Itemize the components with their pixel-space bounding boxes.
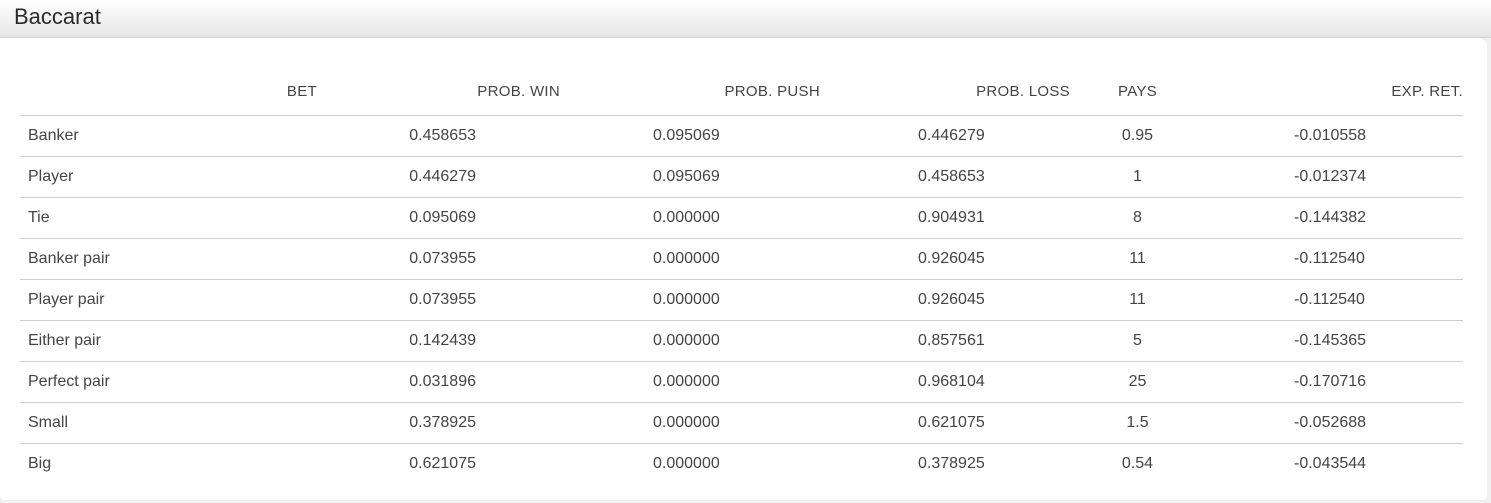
content-panel: BET PROB. WIN PROB. PUSH PROB. LOSS PAYS… xyxy=(0,38,1487,500)
cell-bet: Player pair xyxy=(20,279,317,321)
cell-pays: 1.5 xyxy=(1070,402,1205,444)
column-header-prob-push: PROB. PUSH xyxy=(560,68,820,116)
cell-pays: 0.95 xyxy=(1070,115,1205,157)
cell-prob-push: 0.000000 xyxy=(560,361,820,403)
cell-exp-ret: -0.012374 xyxy=(1205,156,1463,198)
cell-bet: Big xyxy=(28,455,52,472)
baccarat-odds-table: BET PROB. WIN PROB. PUSH PROB. LOSS PAYS… xyxy=(20,68,1463,484)
cell-pays: 8 xyxy=(1070,197,1205,239)
cell-exp-ret: -0.144382 xyxy=(1205,197,1463,239)
page-title: Baccarat xyxy=(14,4,101,29)
column-header-prob-loss: PROB. LOSS xyxy=(820,68,1070,116)
cell-bet: Perfect pair xyxy=(20,361,317,403)
cell-prob-win: 0.095069 xyxy=(317,197,560,239)
column-header-exp-ret: EXP. RET. xyxy=(1205,68,1463,116)
cell-prob-loss: 0.968104 xyxy=(820,361,1070,403)
cell-prob-win: 0.142439 xyxy=(317,320,560,362)
cell-prob-push: 0.095069 xyxy=(560,156,820,198)
cell-prob-win: 0.621075 xyxy=(409,455,476,472)
table-header-row: BET PROB. WIN PROB. PUSH PROB. LOSS PAYS… xyxy=(20,68,1463,116)
cell-pays: 0.54 xyxy=(1121,455,1154,472)
cell-prob-win: 0.446279 xyxy=(317,156,560,198)
cell-exp-ret: -0.010558 xyxy=(1205,115,1463,157)
cell-exp-ret: -0.112540 xyxy=(1205,238,1463,280)
cell-prob-loss: 0.857561 xyxy=(820,320,1070,362)
cell-bet: Either pair xyxy=(20,320,317,362)
cell-exp-ret: -0.145365 xyxy=(1205,320,1463,362)
cell-prob-loss: 0.926045 xyxy=(820,279,1070,321)
cell-exp-ret: -0.043544 xyxy=(1294,455,1367,472)
cell-prob-loss: 0.621075 xyxy=(820,402,1070,444)
column-header-pays: PAYS xyxy=(1070,68,1205,116)
cell-pays: 5 xyxy=(1070,320,1205,362)
table-row: Player pair 0.073955 0.000000 0.926045 11 -0.… xyxy=(20,279,1463,321)
cell-exp-ret: -0.112540 xyxy=(1205,279,1463,321)
table-row: Banker 0.458653 0.095069 0.446279 0.95 -0.010… xyxy=(20,115,1463,157)
cell-pays: 11 xyxy=(1070,279,1205,321)
column-header-prob-win: PROB. WIN xyxy=(317,68,560,116)
cell-pays: 11 xyxy=(1070,238,1205,280)
cell-prob-push: 0.000000 xyxy=(560,197,820,239)
table-row: Tie 0.095069 0.000000 0.904931 8 -0.144382 xyxy=(20,197,1463,239)
cell-exp-ret: -0.052688 xyxy=(1205,402,1463,444)
table-row: Either pair 0.142439 0.000000 0.857561 5 -0.1… xyxy=(20,320,1463,362)
cell-bet: Small xyxy=(20,402,317,444)
cell-prob-push: 0.000000 xyxy=(560,279,820,321)
cell-bet: Tie xyxy=(20,197,317,239)
cell-pays: 1 xyxy=(1070,156,1205,198)
cell-prob-push: 0.000000 xyxy=(560,238,820,280)
cell-prob-loss: 0.378925 xyxy=(918,455,985,472)
table-row: Banker pair 0.073955 0.000000 0.926045 11 -0.… xyxy=(20,238,1463,280)
cell-prob-loss: 0.926045 xyxy=(820,238,1070,280)
cell-prob-push: 0.000000 xyxy=(560,320,820,362)
page-header: Baccarat xyxy=(0,0,1491,38)
cell-prob-win: 0.378925 xyxy=(317,402,560,444)
cell-prob-win: 0.458653 xyxy=(317,115,560,157)
cell-prob-loss: 0.446279 xyxy=(820,115,1070,157)
cell-prob-win: 0.073955 xyxy=(317,238,560,280)
cell-bet: Banker pair xyxy=(20,238,317,280)
cell-prob-push: 0.095069 xyxy=(560,115,820,157)
cell-prob-win: 0.073955 xyxy=(317,279,560,321)
cell-bet: Player xyxy=(20,156,317,198)
cell-exp-ret: -0.170716 xyxy=(1205,361,1463,403)
table-row: Perfect pair 0.031896 0.000000 0.968104 25 -0… xyxy=(20,361,1463,403)
cell-prob-push: 0.000000 xyxy=(560,402,820,444)
cell-prob-push: 0.000000 xyxy=(653,455,720,472)
table-row: Big 0.621075 0.000000 0.378925 0.54 -0.043544 xyxy=(20,444,1463,485)
cell-prob-win: 0.031896 xyxy=(317,361,560,403)
table-row: Player 0.446279 0.095069 0.458653 1 -0.012374 xyxy=(20,156,1463,198)
column-header-bet: BET xyxy=(20,68,317,116)
cell-prob-loss: 0.458653 xyxy=(820,156,1070,198)
cell-bet: Banker xyxy=(20,115,317,157)
table-row: Small 0.378925 0.000000 0.621075 1.5 -0.05268… xyxy=(20,402,1463,444)
cell-pays: 25 xyxy=(1070,361,1205,403)
cell-prob-loss: 0.904931 xyxy=(820,197,1070,239)
